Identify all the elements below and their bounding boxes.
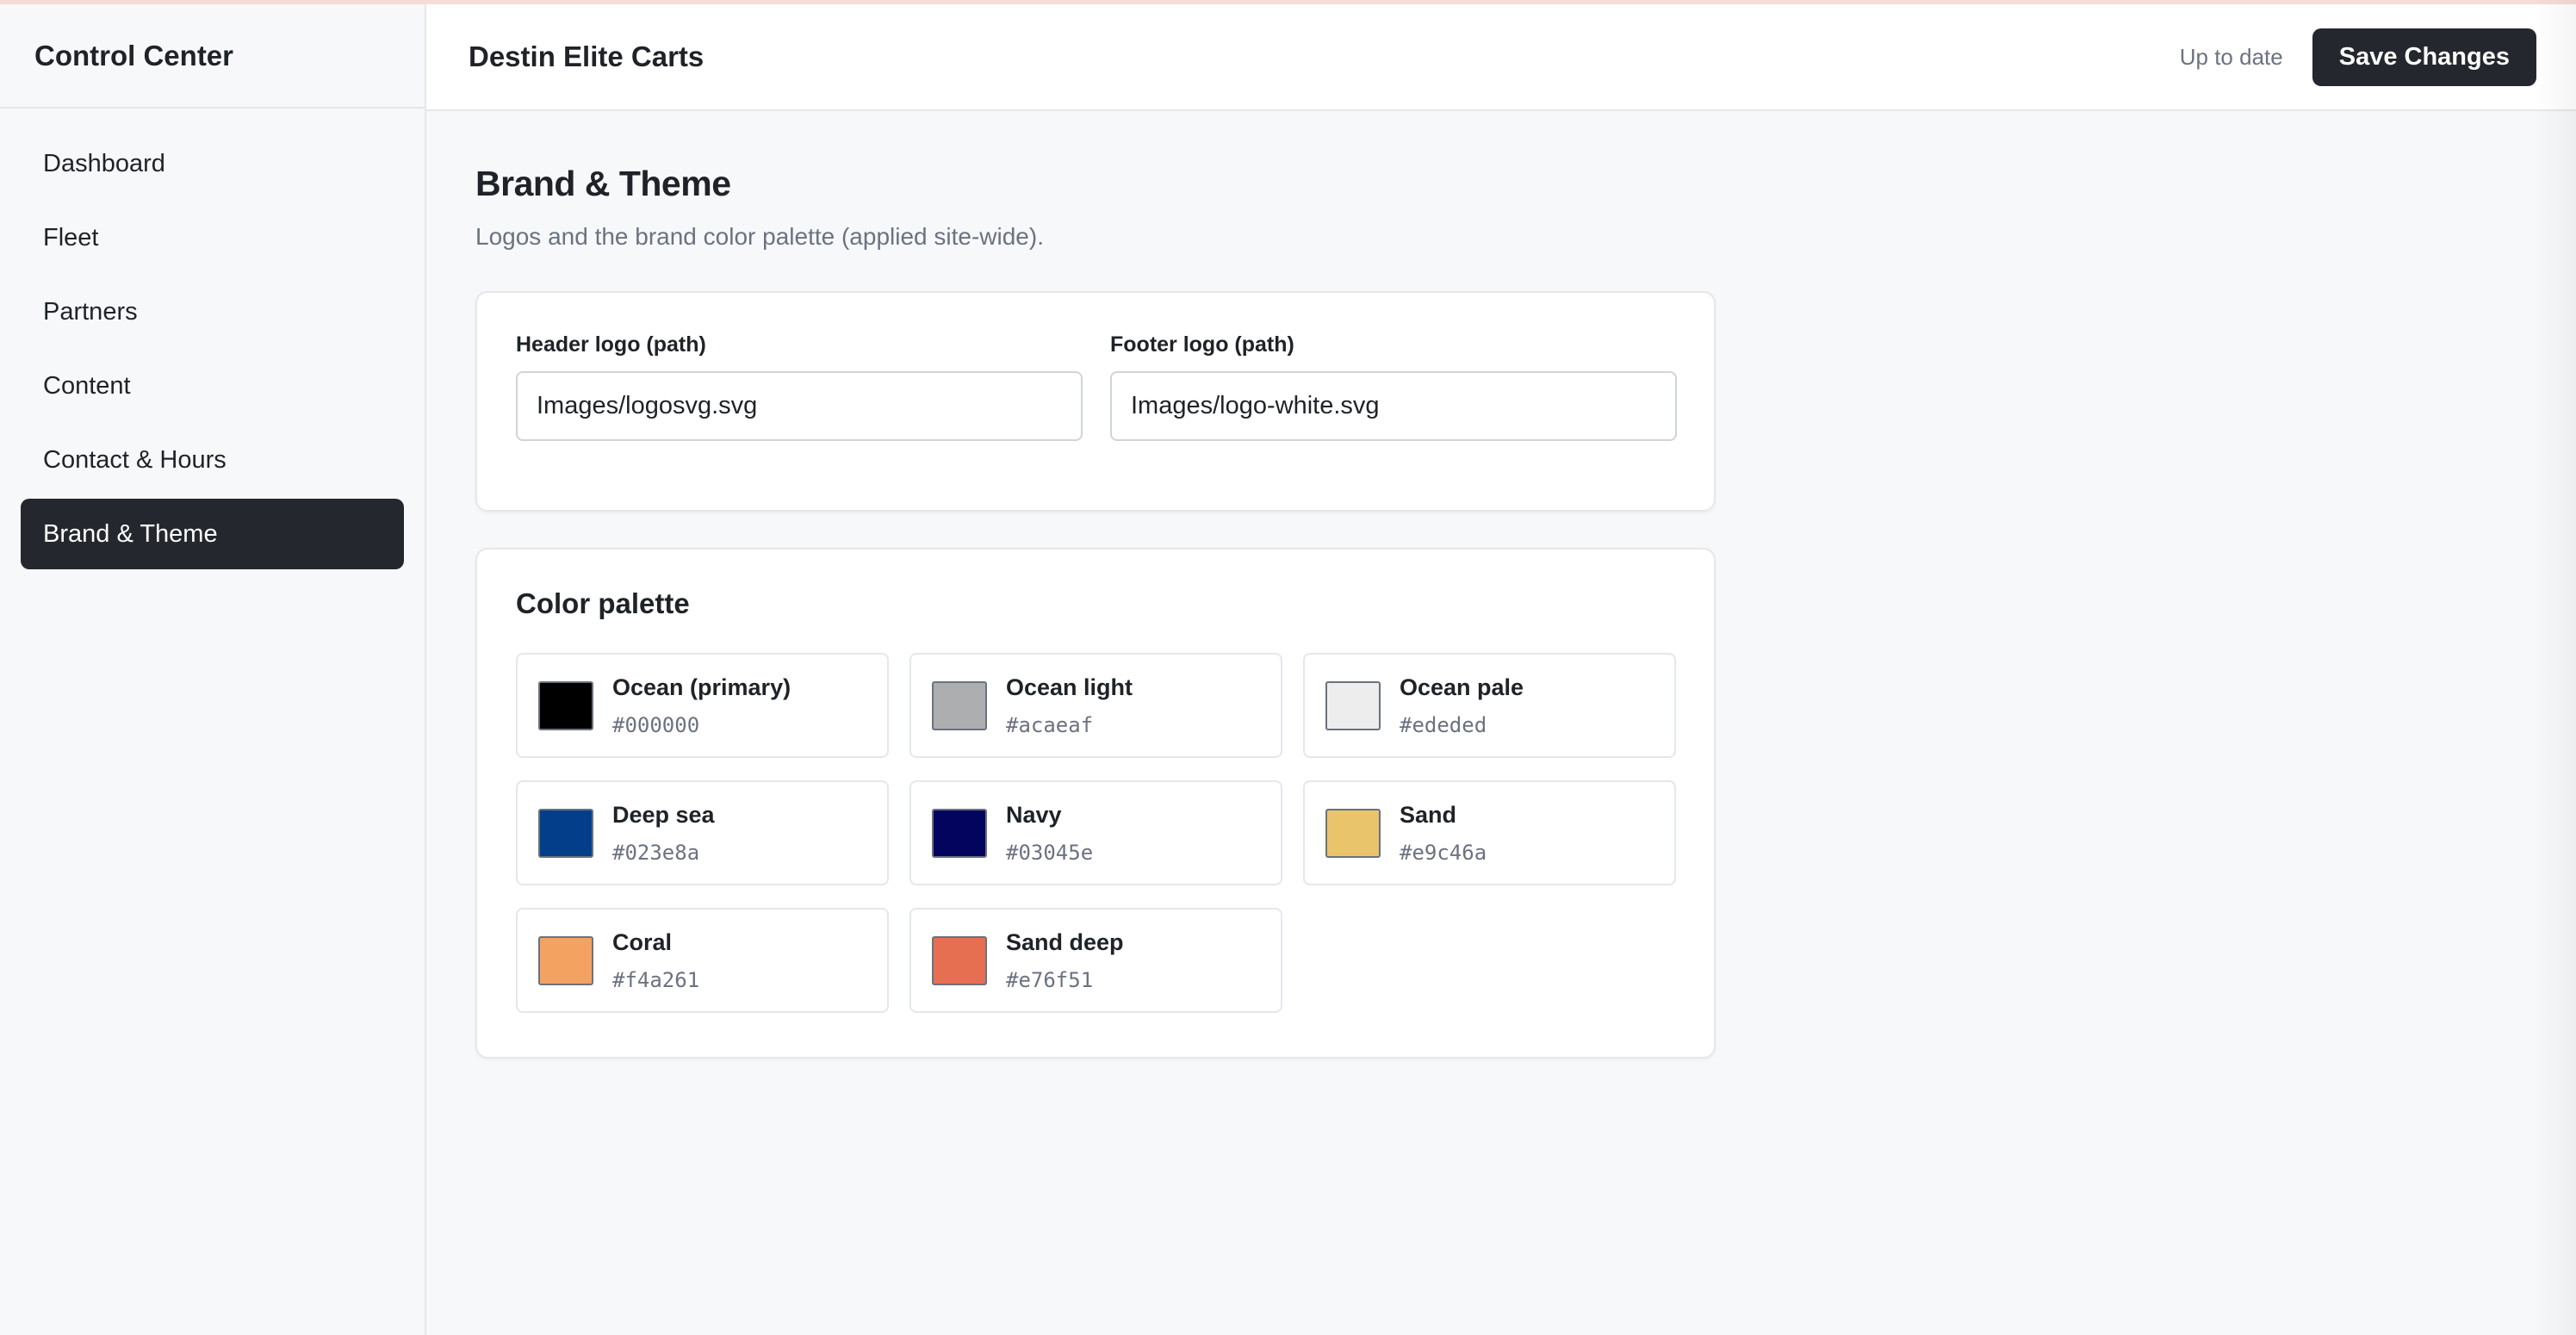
- swatch-text: Deep sea #023e8a: [612, 802, 715, 865]
- sidebar-title: Control Center: [0, 4, 425, 109]
- color-palette-card: Color palette Ocean (primary) #000000 Oc…: [475, 548, 1716, 1059]
- right-edge-shade: [2533, 0, 2576, 1335]
- swatch-text: Ocean pale #ededed: [1400, 674, 1524, 737]
- swatch-grid: Ocean (primary) #000000 Ocean light #aca…: [516, 653, 1676, 1013]
- swatch-name: Ocean (primary): [612, 674, 791, 700]
- swatch-name: Sand: [1400, 801, 1457, 828]
- swatch-text: Sand deep #e76f51: [1006, 929, 1124, 992]
- save-changes-button[interactable]: Save Changes: [2312, 28, 2536, 86]
- swatch-text: Ocean light #acaeaf: [1006, 674, 1133, 737]
- swatch-hex: #acaeaf: [1006, 712, 1094, 737]
- color-swatch: [932, 680, 987, 730]
- app-root: Control Center Dashboard Fleet Partners …: [0, 0, 2576, 1335]
- swatch-hex: #000000: [612, 712, 700, 737]
- swatch-name: Coral: [612, 928, 673, 955]
- sidebar-nav: Dashboard Fleet Partners Content Contact…: [0, 109, 425, 569]
- header-logo-label: Header logo (path): [516, 332, 706, 357]
- logo-fields-row: Header logo (path) Footer logo (path): [516, 332, 1677, 441]
- swatch-text: Coral #f4a261: [612, 929, 699, 992]
- sidebar: Control Center Dashboard Fleet Partners …: [0, 4, 426, 1335]
- color-swatch: [932, 935, 987, 985]
- swatch-text: Navy #03045e: [1006, 802, 1093, 865]
- swatch-hex: #e9c46a: [1400, 840, 1487, 865]
- swatch-hex: #03045e: [1006, 840, 1094, 865]
- swatch-name: Sand deep: [1006, 928, 1124, 955]
- swatch-hex: #f4a261: [612, 967, 700, 992]
- color-swatch: [538, 680, 593, 730]
- sidebar-item-contact-hours[interactable]: Contact & Hours: [21, 425, 404, 495]
- swatch-hex: #023e8a: [612, 840, 700, 865]
- save-status-text: Up to date: [2179, 43, 2283, 70]
- color-palette-title: Color palette: [516, 587, 690, 619]
- sidebar-item-partners[interactable]: Partners: [21, 276, 404, 347]
- page-title: Brand & Theme: [475, 164, 731, 203]
- main-content: Brand & Theme Logos and the brand color …: [475, 164, 1716, 1059]
- color-swatch: [1325, 680, 1381, 730]
- swatch-name: Deep sea: [612, 801, 715, 828]
- page-subtitle: Logos and the brand color palette (appli…: [475, 223, 1044, 250]
- swatch-ocean-pale[interactable]: Ocean pale #ededed: [1303, 653, 1676, 758]
- color-swatch: [932, 808, 987, 858]
- swatch-hex: #ededed: [1400, 712, 1487, 737]
- header-logo-input[interactable]: [516, 371, 1083, 441]
- swatch-name: Ocean light: [1006, 674, 1133, 700]
- swatch-text: Ocean (primary) #000000: [612, 674, 791, 737]
- swatch-sand[interactable]: Sand #e9c46a: [1303, 780, 1676, 885]
- footer-logo-field: Footer logo (path): [1110, 332, 1677, 441]
- footer-logo-input[interactable]: [1110, 371, 1677, 441]
- sidebar-item-fleet[interactable]: Fleet: [21, 202, 404, 273]
- swatch-name: Ocean pale: [1400, 674, 1524, 700]
- swatch-sand-deep[interactable]: Sand deep #e76f51: [909, 908, 1282, 1013]
- swatch-deep-sea[interactable]: Deep sea #023e8a: [516, 780, 889, 885]
- footer-logo-label: Footer logo (path): [1110, 332, 1294, 357]
- swatch-name: Navy: [1006, 801, 1062, 828]
- sidebar-item-dashboard[interactable]: Dashboard: [21, 128, 404, 199]
- header-actions: Up to date Save Changes: [2180, 28, 2536, 86]
- swatch-text: Sand #e9c46a: [1400, 802, 1487, 865]
- color-swatch: [538, 935, 593, 985]
- swatch-hex: #e76f51: [1006, 967, 1094, 992]
- header-logo-field: Header logo (path): [516, 332, 1083, 441]
- swatch-coral[interactable]: Coral #f4a261: [516, 908, 889, 1013]
- color-swatch: [538, 808, 593, 858]
- swatch-ocean-light[interactable]: Ocean light #acaeaf: [909, 653, 1282, 758]
- logos-card: Header logo (path) Footer logo (path): [475, 291, 1716, 512]
- sidebar-item-content[interactable]: Content: [21, 351, 404, 421]
- sidebar-item-brand-theme[interactable]: Brand & Theme: [21, 499, 404, 569]
- site-name: Destin Elite Carts: [469, 40, 705, 72]
- swatch-navy[interactable]: Navy #03045e: [909, 780, 1282, 885]
- top-header: Destin Elite Carts Up to date Save Chang…: [426, 4, 2576, 111]
- swatch-ocean-primary[interactable]: Ocean (primary) #000000: [516, 653, 889, 758]
- color-swatch: [1325, 808, 1381, 858]
